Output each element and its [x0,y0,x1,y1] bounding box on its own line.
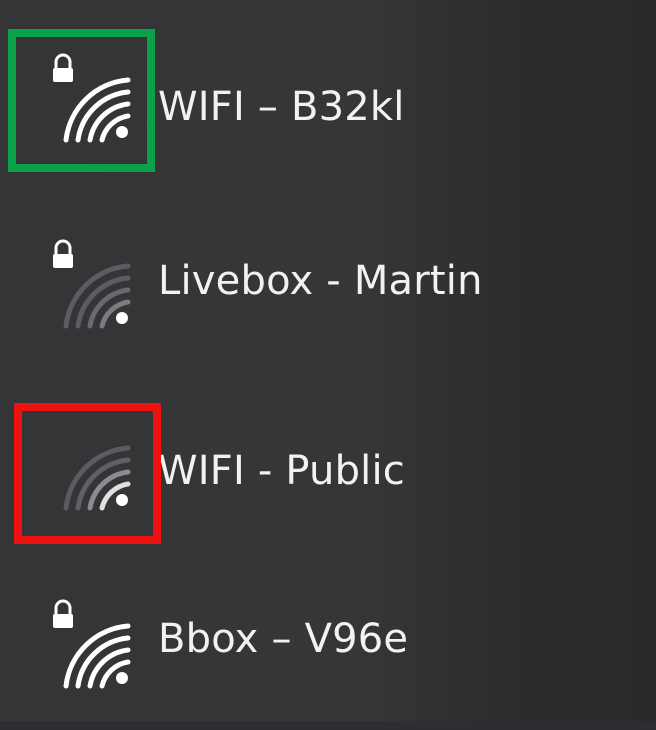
network-item-livebox-martin[interactable]: Livebox - Martin [0,190,656,360]
wifi-network-list: WIFI – B32kl Livebox - Martin WIFI - Pub… [0,0,656,721]
network-name: WIFI – B32kl [158,84,405,130]
highlight-frame-green [8,29,155,172]
network-name: Livebox - Martin [158,258,483,304]
lock-icon [53,599,73,628]
network-name: Bbox – V96e [158,616,409,662]
network-name: WIFI - Public [158,448,405,494]
highlight-frame-red [14,403,161,544]
network-item-bbox-v96e[interactable]: Bbox – V96e [0,560,656,730]
wifi-signal-icon [46,560,140,730]
wifi-signal-icon [46,190,140,360]
lock-icon [53,239,73,268]
